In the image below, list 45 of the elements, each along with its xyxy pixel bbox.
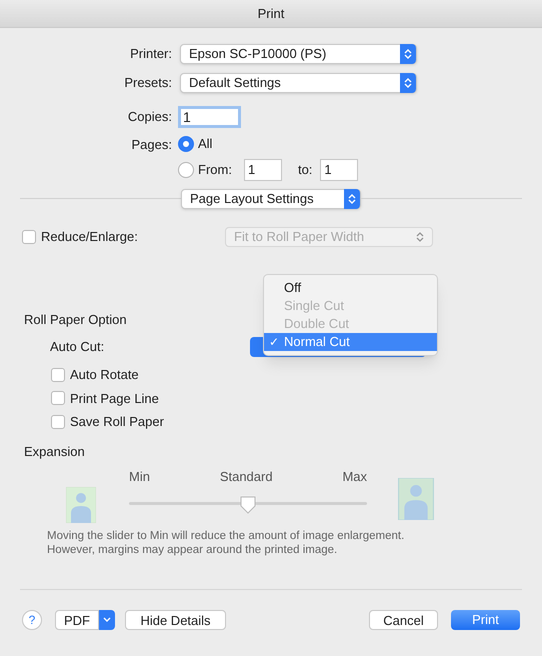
to-label: to: <box>298 160 312 179</box>
printer-popup[interactable]: Epson SC-P10000 (PS) <box>180 44 417 64</box>
from-field[interactable]: 1 <box>244 158 282 180</box>
printer-label: Printer: <box>129 45 172 64</box>
section-popup[interactable]: Page Layout Settings <box>181 188 361 208</box>
slider-thumb[interactable] <box>239 496 257 514</box>
auto-cut-label: Auto Cut: <box>50 338 104 356</box>
stepper-icon <box>400 44 416 64</box>
menu-item[interactable]: Off <box>264 279 437 297</box>
radio-label: From: <box>198 160 232 179</box>
section-title: Expansion <box>24 442 85 461</box>
menu-item[interactable]: ✓ Normal Cut <box>264 333 437 351</box>
checkbox[interactable] <box>51 368 65 382</box>
slider-tick-label: Min <box>129 468 150 486</box>
checkbox[interactable] <box>51 391 65 406</box>
stepper-icon <box>416 230 424 242</box>
slider-tick-label: Max <box>342 468 367 486</box>
copies-field[interactable]: 1 <box>178 106 241 128</box>
window-title: Print <box>258 4 284 23</box>
small-portrait-icon <box>66 487 96 523</box>
checkbox[interactable] <box>51 414 65 429</box>
stepper-icon <box>400 73 416 93</box>
slider-tick-label: Standard <box>220 468 273 486</box>
checkbox-label: Auto Rotate <box>70 366 139 384</box>
help-button[interactable]: ? <box>22 610 42 630</box>
pages-label: Pages: <box>130 136 172 154</box>
presets-label: Presets: <box>123 74 172 92</box>
copies-label: Copies: <box>126 108 172 126</box>
description-text: Moving the slider to Min will reduce the amount of image enlargement. <box>47 529 406 543</box>
section-title: Roll Paper Option <box>24 310 127 329</box>
reduce-enlarge-label: Reduce/Enlarge: <box>41 228 139 246</box>
description-text: However, margins may appear around the printed image. <box>47 543 338 557</box>
radio-button[interactable] <box>178 162 194 178</box>
radio-button[interactable] <box>178 136 194 152</box>
to-field[interactable]: 1 <box>320 158 358 180</box>
large-portrait-icon <box>398 478 434 520</box>
checkbox-label: Save Roll Paper <box>70 413 164 431</box>
radio-label: All <box>198 135 212 153</box>
stepper-icon <box>344 188 360 208</box>
hide-details-button[interactable]: Hide Details <box>125 610 226 630</box>
presets-popup[interactable]: Default Settings <box>180 73 417 93</box>
chevron-down-icon[interactable] <box>99 610 115 630</box>
cancel-button[interactable]: Cancel <box>369 610 438 630</box>
checkbox-label: Print Page Line <box>70 390 159 408</box>
pdf-button[interactable]: PDF <box>55 610 99 630</box>
